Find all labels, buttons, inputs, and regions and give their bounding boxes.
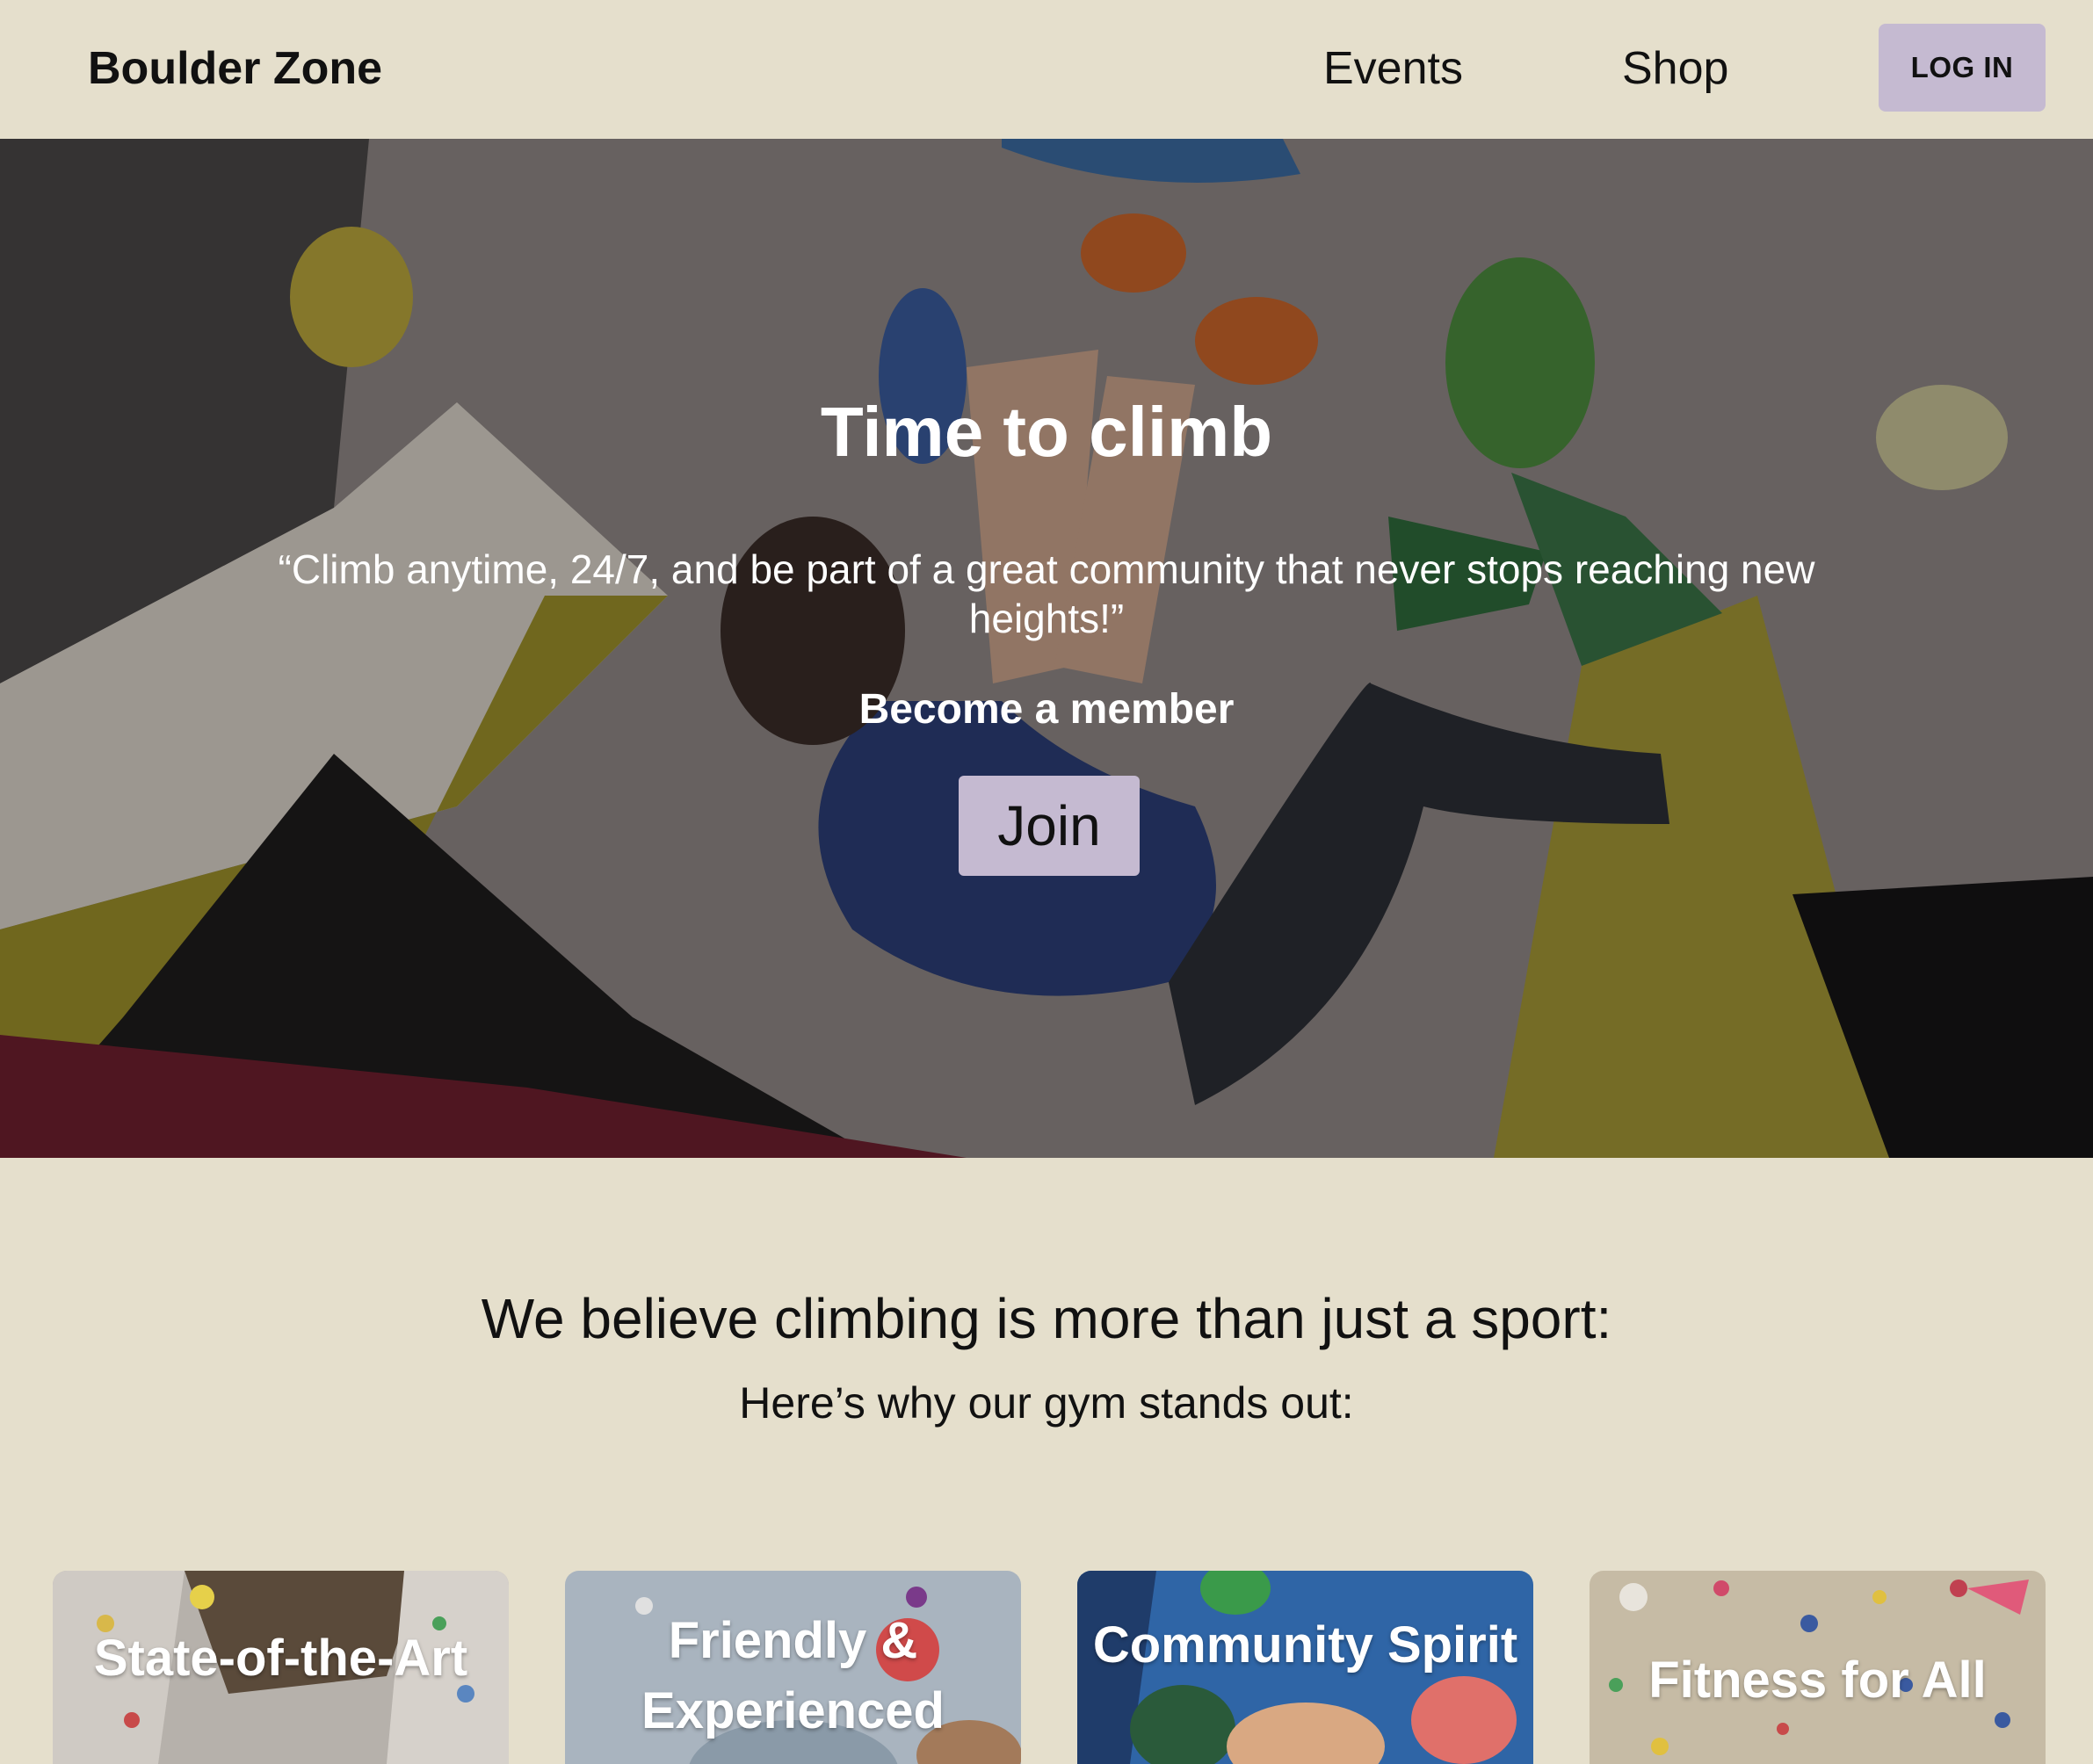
feature-card-community-spirit[interactable]: Community Spirit (1077, 1571, 1533, 1764)
brand-logo[interactable]: Boulder Zone (88, 42, 382, 95)
intro-title: We believe climbing is more than just a … (481, 1287, 1612, 1350)
feature-card-friendly-experienced[interactable]: Friendly & Experienced (565, 1571, 1021, 1764)
nav-link-events[interactable]: Events (1323, 42, 1463, 95)
feature-card-fitness-for-all[interactable]: Fitness for All (1590, 1571, 2046, 1764)
hero-quote: “Climb anytime, 24/7, and be part of a g… (278, 546, 1815, 641)
intro-subtitle: Here’s why our gym stands out: (739, 1378, 1354, 1428)
nav-link-shop[interactable]: Shop (1622, 42, 1728, 95)
hero-section: Time to climb “Climb anytime, 24/7, and … (0, 139, 2093, 1158)
login-button[interactable]: LOG IN (1879, 24, 2046, 112)
hero-overlay (0, 139, 2093, 1158)
feature-card-state-of-the-art[interactable]: State-of-the-Art (53, 1571, 509, 1764)
become-member-text: Become a member (858, 686, 1235, 733)
top-nav: Boulder Zone Events Shop LOG IN (0, 0, 2093, 139)
card-title: State-of-the-Art (93, 1630, 468, 1687)
card-title: Community Spirit (1092, 1616, 1518, 1674)
card-title: Friendly & Experienced (641, 1612, 945, 1739)
card-title: Fitness for All (1648, 1652, 1987, 1709)
hero-title: Time to climb (820, 393, 1273, 471)
join-button[interactable]: Join (959, 776, 1140, 876)
